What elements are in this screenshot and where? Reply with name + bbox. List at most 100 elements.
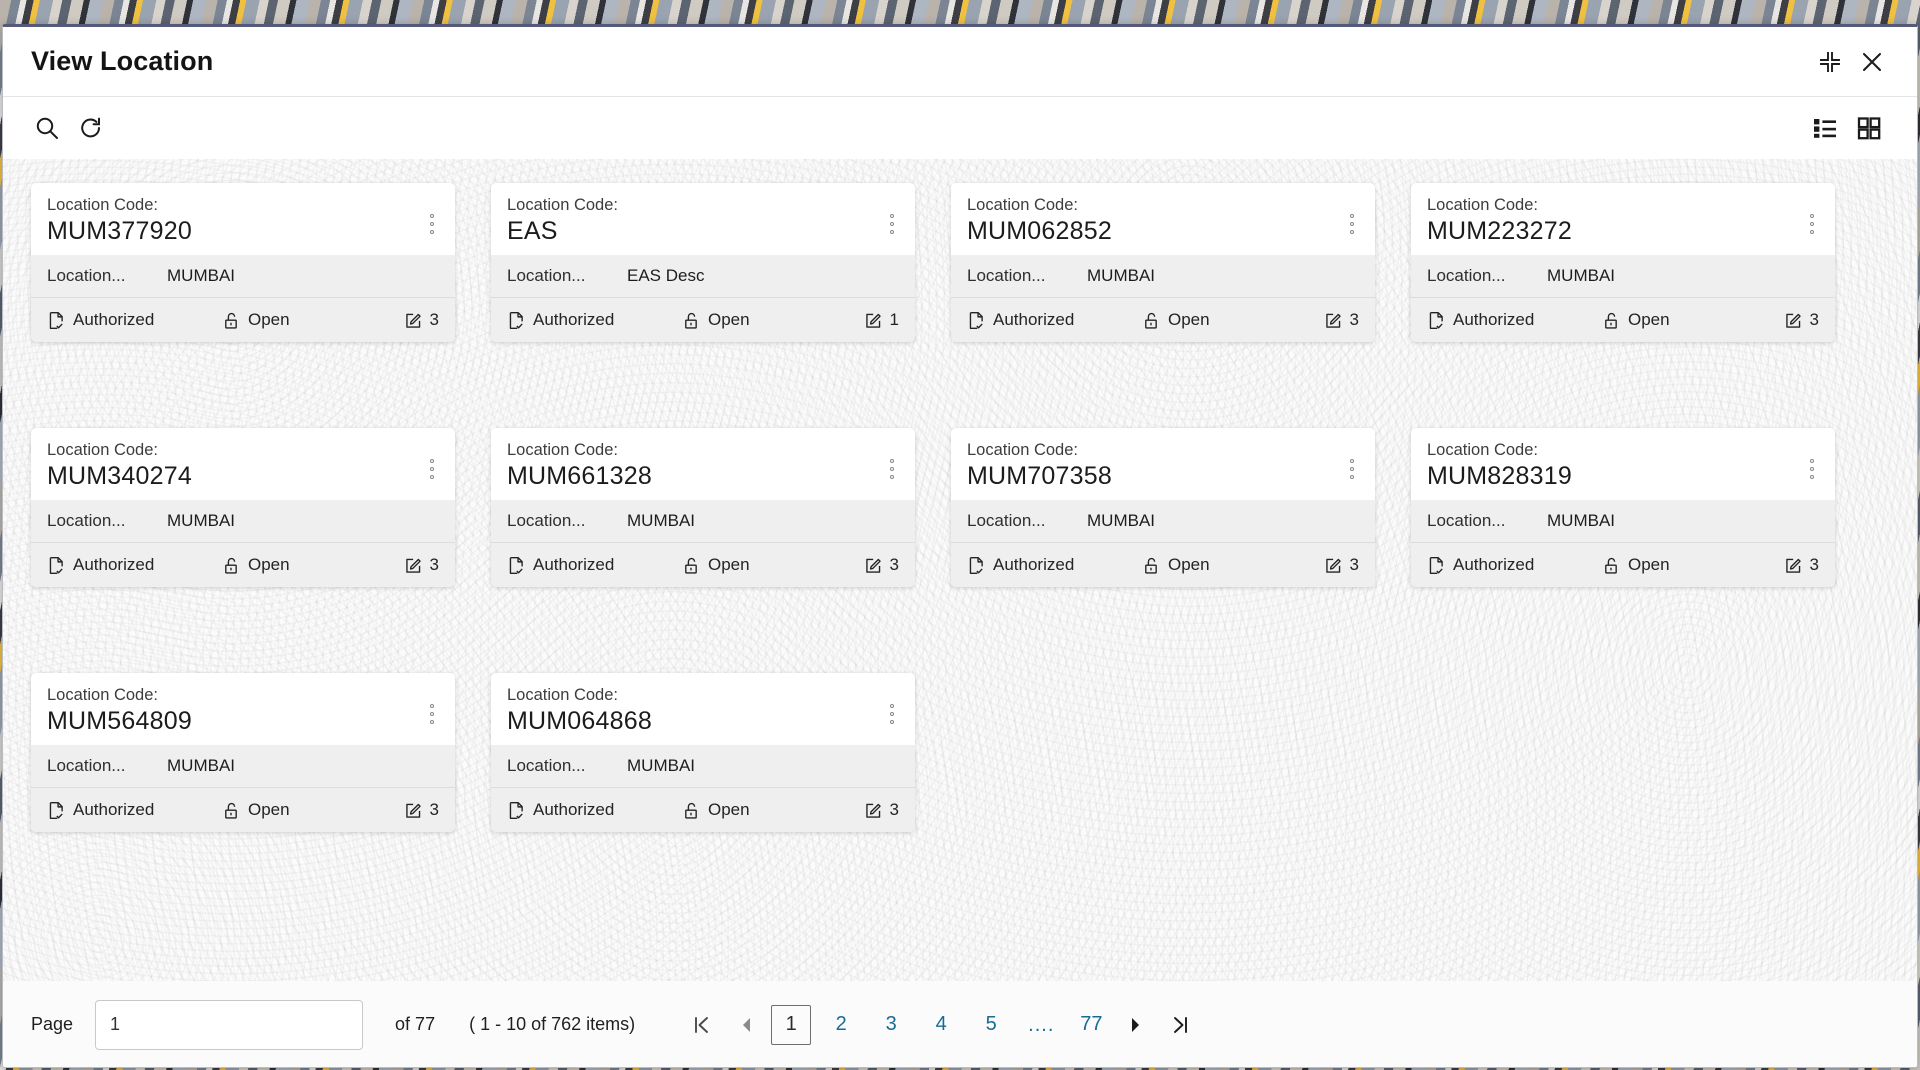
location-code-value: MUM340274 [47, 462, 192, 490]
location-card[interactable]: Location Code: MUM564809 Location... MUMBAI… [31, 673, 455, 832]
grid-view-icon[interactable] [1847, 106, 1891, 150]
kebab-menu-icon[interactable] [421, 701, 443, 727]
location-description-label: Location... [47, 511, 126, 530]
edit-square-icon [865, 803, 881, 818]
location-description-label: Location... [47, 756, 126, 775]
page-title: View Location [31, 46, 214, 76]
page-number-3[interactable]: 3 [871, 1005, 911, 1045]
unlock-icon [685, 802, 697, 819]
card-footer: Authorized Open 3 [31, 543, 455, 587]
authorization-status: Authorized [507, 310, 682, 330]
page-input[interactable] [95, 999, 364, 1050]
kebab-menu-icon[interactable] [881, 456, 903, 482]
modification-count-value: 3 [429, 310, 439, 329]
edit-square-icon [405, 803, 421, 818]
location-code-label: Location Code: [1427, 441, 1538, 459]
last-page-icon[interactable] [1159, 1003, 1203, 1047]
modification-count-value: 3 [889, 800, 899, 819]
location-card[interactable]: Location Code: EAS Location... EAS Desc Auth… [491, 183, 915, 342]
view-location-dialog: View Location Location Code: MUM377920 L… [2, 24, 1918, 1068]
page-label: Page [31, 1014, 74, 1034]
unlock-icon [1145, 557, 1157, 574]
modification-count-value: 3 [1349, 555, 1359, 574]
document-check-icon [509, 556, 523, 574]
modification-count: 3 [1784, 555, 1819, 575]
kebab-menu-icon[interactable] [421, 211, 443, 237]
kebab-menu-icon[interactable] [1341, 211, 1363, 237]
modification-count: 3 [864, 800, 899, 820]
location-description-label: Location... [1427, 511, 1506, 530]
page-number-2[interactable]: 2 [821, 1005, 861, 1045]
previous-page-icon[interactable] [725, 1003, 769, 1047]
authorization-status: Authorized [967, 310, 1142, 330]
location-card[interactable]: Location Code: MUM707358 Location... MUMBAI… [951, 428, 1375, 587]
location-description-label: Location... [1427, 266, 1506, 285]
kebab-menu-icon[interactable] [1801, 211, 1823, 237]
authorization-status: Authorized [47, 310, 222, 330]
card-area: Location Code: MUM377920 Location... MUMBAI… [3, 159, 1917, 981]
next-page-icon[interactable] [1113, 1003, 1157, 1047]
modification-count: 3 [404, 555, 439, 575]
card-header: Location Code: MUM340274 [31, 428, 455, 500]
record-status: Open [1142, 555, 1324, 575]
refresh-icon[interactable] [69, 106, 113, 150]
location-card[interactable]: Location Code: MUM661328 Location... MUMBAI… [491, 428, 915, 587]
pagination-bar: Page of 77 ( 1 - 10 of 762 items) 12345.… [3, 981, 1917, 1067]
first-page-icon[interactable] [679, 1003, 723, 1047]
record-status-label: Open [708, 310, 750, 329]
card-description-row: Location... MUMBAI [491, 745, 915, 788]
card-header: Location Code: MUM661328 [491, 428, 915, 500]
location-description-value: MUMBAI [167, 756, 235, 775]
kebab-menu-icon[interactable] [421, 456, 443, 482]
location-description-label: Location... [47, 266, 126, 285]
edit-square-icon [865, 558, 881, 573]
unlock-icon [685, 312, 697, 329]
modification-count-value: 3 [1349, 310, 1359, 329]
location-description-value: MUMBAI [627, 756, 695, 775]
kebab-menu-icon[interactable] [881, 211, 903, 237]
modification-count-value: 3 [1809, 555, 1819, 574]
record-status-label: Open [248, 800, 290, 819]
search-icon[interactable] [25, 106, 69, 150]
record-status: Open [222, 310, 404, 330]
page-number-4[interactable]: 4 [921, 1005, 961, 1045]
card-footer: Authorized Open 3 [951, 298, 1375, 342]
record-status: Open [1602, 310, 1784, 330]
document-check-icon [49, 311, 63, 329]
edit-square-icon [865, 313, 881, 328]
location-card[interactable]: Location Code: MUM828319 Location... MUMBAI… [1411, 428, 1835, 587]
kebab-menu-icon[interactable] [1341, 456, 1363, 482]
record-status-label: Open [1628, 310, 1670, 329]
item-range-label: ( 1 - 10 of 762 items) [469, 1014, 636, 1034]
document-check-icon [969, 556, 983, 574]
authorization-status: Authorized [47, 555, 222, 575]
record-status-label: Open [1628, 555, 1670, 574]
record-status-label: Open [708, 555, 750, 574]
location-card[interactable]: Location Code: MUM064868 Location... MUMBAI… [491, 673, 915, 832]
location-card[interactable]: Location Code: MUM340274 Location... MUMBAI… [31, 428, 455, 587]
page-number-5[interactable]: 5 [971, 1005, 1011, 1045]
modification-count: 3 [404, 310, 439, 330]
edit-square-icon [405, 558, 421, 573]
list-view-icon[interactable] [1803, 106, 1847, 150]
kebab-menu-icon[interactable] [1801, 456, 1823, 482]
location-description-value: MUMBAI [1547, 511, 1615, 530]
authorization-status-label: Authorized [73, 555, 155, 574]
collapse-icon[interactable] [1809, 41, 1851, 83]
authorization-status-label: Authorized [993, 310, 1075, 329]
card-footer: Authorized Open 3 [1411, 298, 1835, 342]
modification-count-value: 1 [889, 310, 899, 329]
location-code-label: Location Code: [1427, 196, 1538, 214]
close-icon[interactable] [1851, 41, 1893, 83]
document-check-icon [1429, 556, 1443, 574]
location-card-grid: Location Code: MUM377920 Location... MUMBAI… [3, 159, 1917, 832]
authorization-status-label: Authorized [533, 555, 615, 574]
location-card[interactable]: Location Code: MUM377920 Location... MUMBAI… [31, 183, 455, 342]
location-card[interactable]: Location Code: MUM062852 Location... MUMBAI… [951, 183, 1375, 342]
kebab-menu-icon[interactable] [881, 701, 903, 727]
location-code-value: EAS [507, 217, 558, 245]
document-check-icon [1429, 311, 1443, 329]
location-code-label: Location Code: [967, 441, 1078, 459]
location-card[interactable]: Location Code: MUM223272 Location... MUMBAI… [1411, 183, 1835, 342]
page-number-77[interactable]: 77 [1071, 1005, 1111, 1045]
